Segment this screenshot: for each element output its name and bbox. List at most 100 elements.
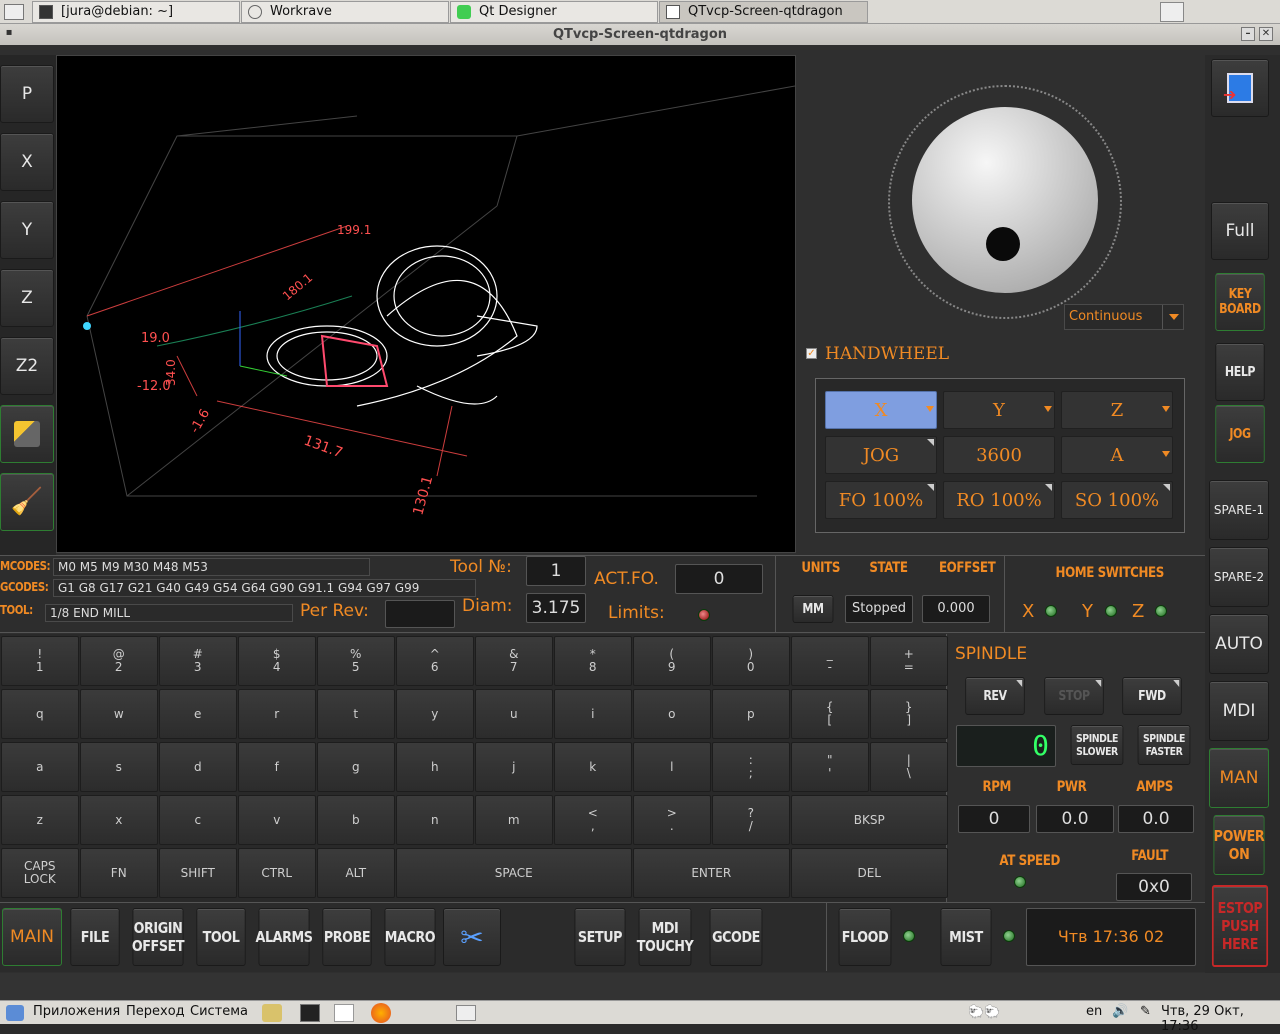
key-row3-5[interactable]: h	[396, 742, 474, 792]
hw-axis-z-button[interactable]: Z	[1061, 391, 1173, 429]
key-row2-11[interactable]: }]	[870, 689, 948, 739]
key-row1-9[interactable]: ) 0	[712, 636, 790, 686]
mist-button[interactable]: MIST	[940, 908, 992, 966]
jog-button[interactable]: JOG	[1215, 405, 1265, 463]
key-alt[interactable]: ALT	[317, 848, 395, 898]
flood-button[interactable]: FLOOD	[838, 908, 892, 966]
key-row2-9[interactable]: p	[712, 689, 790, 739]
spare1-button[interactable]: SPARE-1	[1209, 480, 1269, 540]
auto-mode-button[interactable]: AUTO	[1209, 614, 1269, 674]
key-row2-7[interactable]: i	[554, 689, 632, 739]
apps-menu[interactable]: Приложения	[33, 1004, 120, 1019]
key-row4-9[interactable]: ? /	[712, 795, 790, 845]
backplot-tool-button[interactable]	[0, 405, 54, 463]
key-row4-3[interactable]: v	[238, 795, 316, 845]
keyboard-button[interactable]: KEY BOARD	[1215, 273, 1265, 331]
taskbar-tab-qtdragon[interactable]: QTvcp-Screen-qtdragon	[659, 1, 868, 23]
linuxcnc-launcher-icon[interactable]	[262, 1004, 282, 1022]
key-row1-3[interactable]: $4	[238, 636, 316, 686]
key-row3-7[interactable]: k	[554, 742, 632, 792]
view-p-button[interactable]: P	[0, 65, 54, 123]
key-row3-6[interactable]: j	[475, 742, 553, 792]
hw-steps-value[interactable]: 3600	[943, 436, 1055, 474]
panel-clock[interactable]: Чтв, 29 Окт, 17:36	[1161, 1004, 1280, 1034]
handwheel-checkbox[interactable]: ✓	[806, 348, 817, 359]
key-row1-7[interactable]: * 8	[554, 636, 632, 686]
key-row2-0[interactable]: q	[1, 689, 79, 739]
key-row3-10[interactable]: " '	[791, 742, 869, 792]
hw-axis-a-button[interactable]: A	[1061, 436, 1173, 474]
key-row3-0[interactable]: a	[1, 742, 79, 792]
places-menu[interactable]: Переход	[126, 1004, 185, 1019]
estop-button[interactable]: ESTOP PUSH HERE	[1211, 885, 1269, 967]
tab-probe[interactable]: PROBE	[322, 908, 372, 966]
key-row2-5[interactable]: y	[396, 689, 474, 739]
volume-icon[interactable]: 🔊	[1112, 1004, 1128, 1019]
key-fn[interactable]: FN	[80, 848, 158, 898]
tab-tool[interactable]: TOOL	[196, 908, 246, 966]
view-z2-button[interactable]: Z2	[0, 337, 54, 395]
firefox-launcher-icon[interactable]	[371, 1003, 391, 1023]
key-caps-lock[interactable]: CAPS LOCK	[1, 848, 79, 898]
workrave-tray-icon[interactable]: 🐑🐑	[968, 1005, 1014, 1021]
tab-utilities[interactable]: ✂	[443, 908, 501, 966]
spindle-faster-button[interactable]: SPINDLE FASTER	[1137, 725, 1191, 765]
key-row4-4[interactable]: b	[317, 795, 395, 845]
network-icon[interactable]: ✎	[1140, 1004, 1151, 1019]
key-row3-4[interactable]: g	[317, 742, 395, 792]
hw-axis-y-button[interactable]: Y	[943, 391, 1055, 429]
minimize-icon[interactable]: –	[1241, 27, 1255, 41]
hw-jog-button[interactable]: JOG	[825, 436, 937, 474]
mdi-mode-button[interactable]: MDI	[1209, 681, 1269, 741]
taskbar-tab-qt-designer[interactable]: Qt Designer	[450, 1, 658, 23]
show-desktop-icon[interactable]	[4, 4, 24, 20]
key-row1-11[interactable]: + =	[870, 636, 948, 686]
keyboard-layout[interactable]: en	[1086, 1004, 1102, 1019]
spindle-stop-button[interactable]: STOP	[1044, 677, 1104, 715]
power-button[interactable]: POWER ON	[1213, 815, 1265, 875]
fullscreen-button[interactable]: Full	[1211, 202, 1269, 260]
key-row4-2[interactable]: c	[159, 795, 237, 845]
key-row4-5[interactable]: n	[396, 795, 474, 845]
hw-ro-button[interactable]: RO 100%	[943, 481, 1055, 519]
spindle-fwd-button[interactable]: FWD	[1122, 677, 1182, 715]
key-row4-1[interactable]: x	[80, 795, 158, 845]
key-row3-8[interactable]: l	[633, 742, 711, 792]
trash-icon[interactable]	[456, 1005, 476, 1021]
chevron-down-icon[interactable]	[1162, 305, 1183, 329]
key-shift[interactable]: SHIFT	[159, 848, 237, 898]
tab-gcode[interactable]: GCODE	[709, 908, 763, 966]
tab-file[interactable]: FILE	[70, 908, 120, 966]
key-row3-3[interactable]: f	[238, 742, 316, 792]
hw-axis-x-button[interactable]: X	[825, 391, 937, 429]
handwheel-knob[interactable]	[986, 227, 1020, 261]
key-row3-11[interactable]: | \	[870, 742, 948, 792]
close-icon[interactable]: ✕	[1259, 27, 1273, 41]
exit-button[interactable]: ➔	[1211, 59, 1269, 117]
key-row2-6[interactable]: u	[475, 689, 553, 739]
hw-so-button[interactable]: SO 100%	[1061, 481, 1173, 519]
key-ctrl[interactable]: CTRL	[238, 848, 316, 898]
tab-alarms[interactable]: ALARMS	[255, 908, 313, 966]
key-row3-2[interactable]: d	[159, 742, 237, 792]
editor-launcher-icon[interactable]	[334, 1004, 354, 1022]
key-row2-1[interactable]: w	[80, 689, 158, 739]
key-row2-8[interactable]: o	[633, 689, 711, 739]
spindle-rev-button[interactable]: REV	[965, 677, 1025, 715]
tab-setup[interactable]: SETUP	[574, 908, 626, 966]
key-backspace[interactable]: BKSP	[791, 795, 948, 845]
key-row4-7[interactable]: <,	[554, 795, 632, 845]
key-row4-6[interactable]: m	[475, 795, 553, 845]
key-delete[interactable]: DEL	[791, 848, 948, 898]
tab-origin-offset[interactable]: ORIGIN OFFSET	[132, 908, 185, 966]
window-menu-icon[interactable]: ▪	[2, 27, 16, 41]
key-row4-0[interactable]: z	[1, 795, 79, 845]
system-menu[interactable]: Система	[190, 1004, 248, 1019]
handwheel-dial[interactable]	[912, 107, 1098, 293]
key-row2-2[interactable]: e	[159, 689, 237, 739]
tab-main[interactable]: MAIN	[2, 908, 62, 966]
key-row4-8[interactable]: >.	[633, 795, 711, 845]
tab-macro[interactable]: MACRO	[384, 908, 436, 966]
taskbar-tab-terminal[interactable]: [jura@debian: ~]	[32, 1, 240, 23]
key-row1-5[interactable]: ^ 6	[396, 636, 474, 686]
